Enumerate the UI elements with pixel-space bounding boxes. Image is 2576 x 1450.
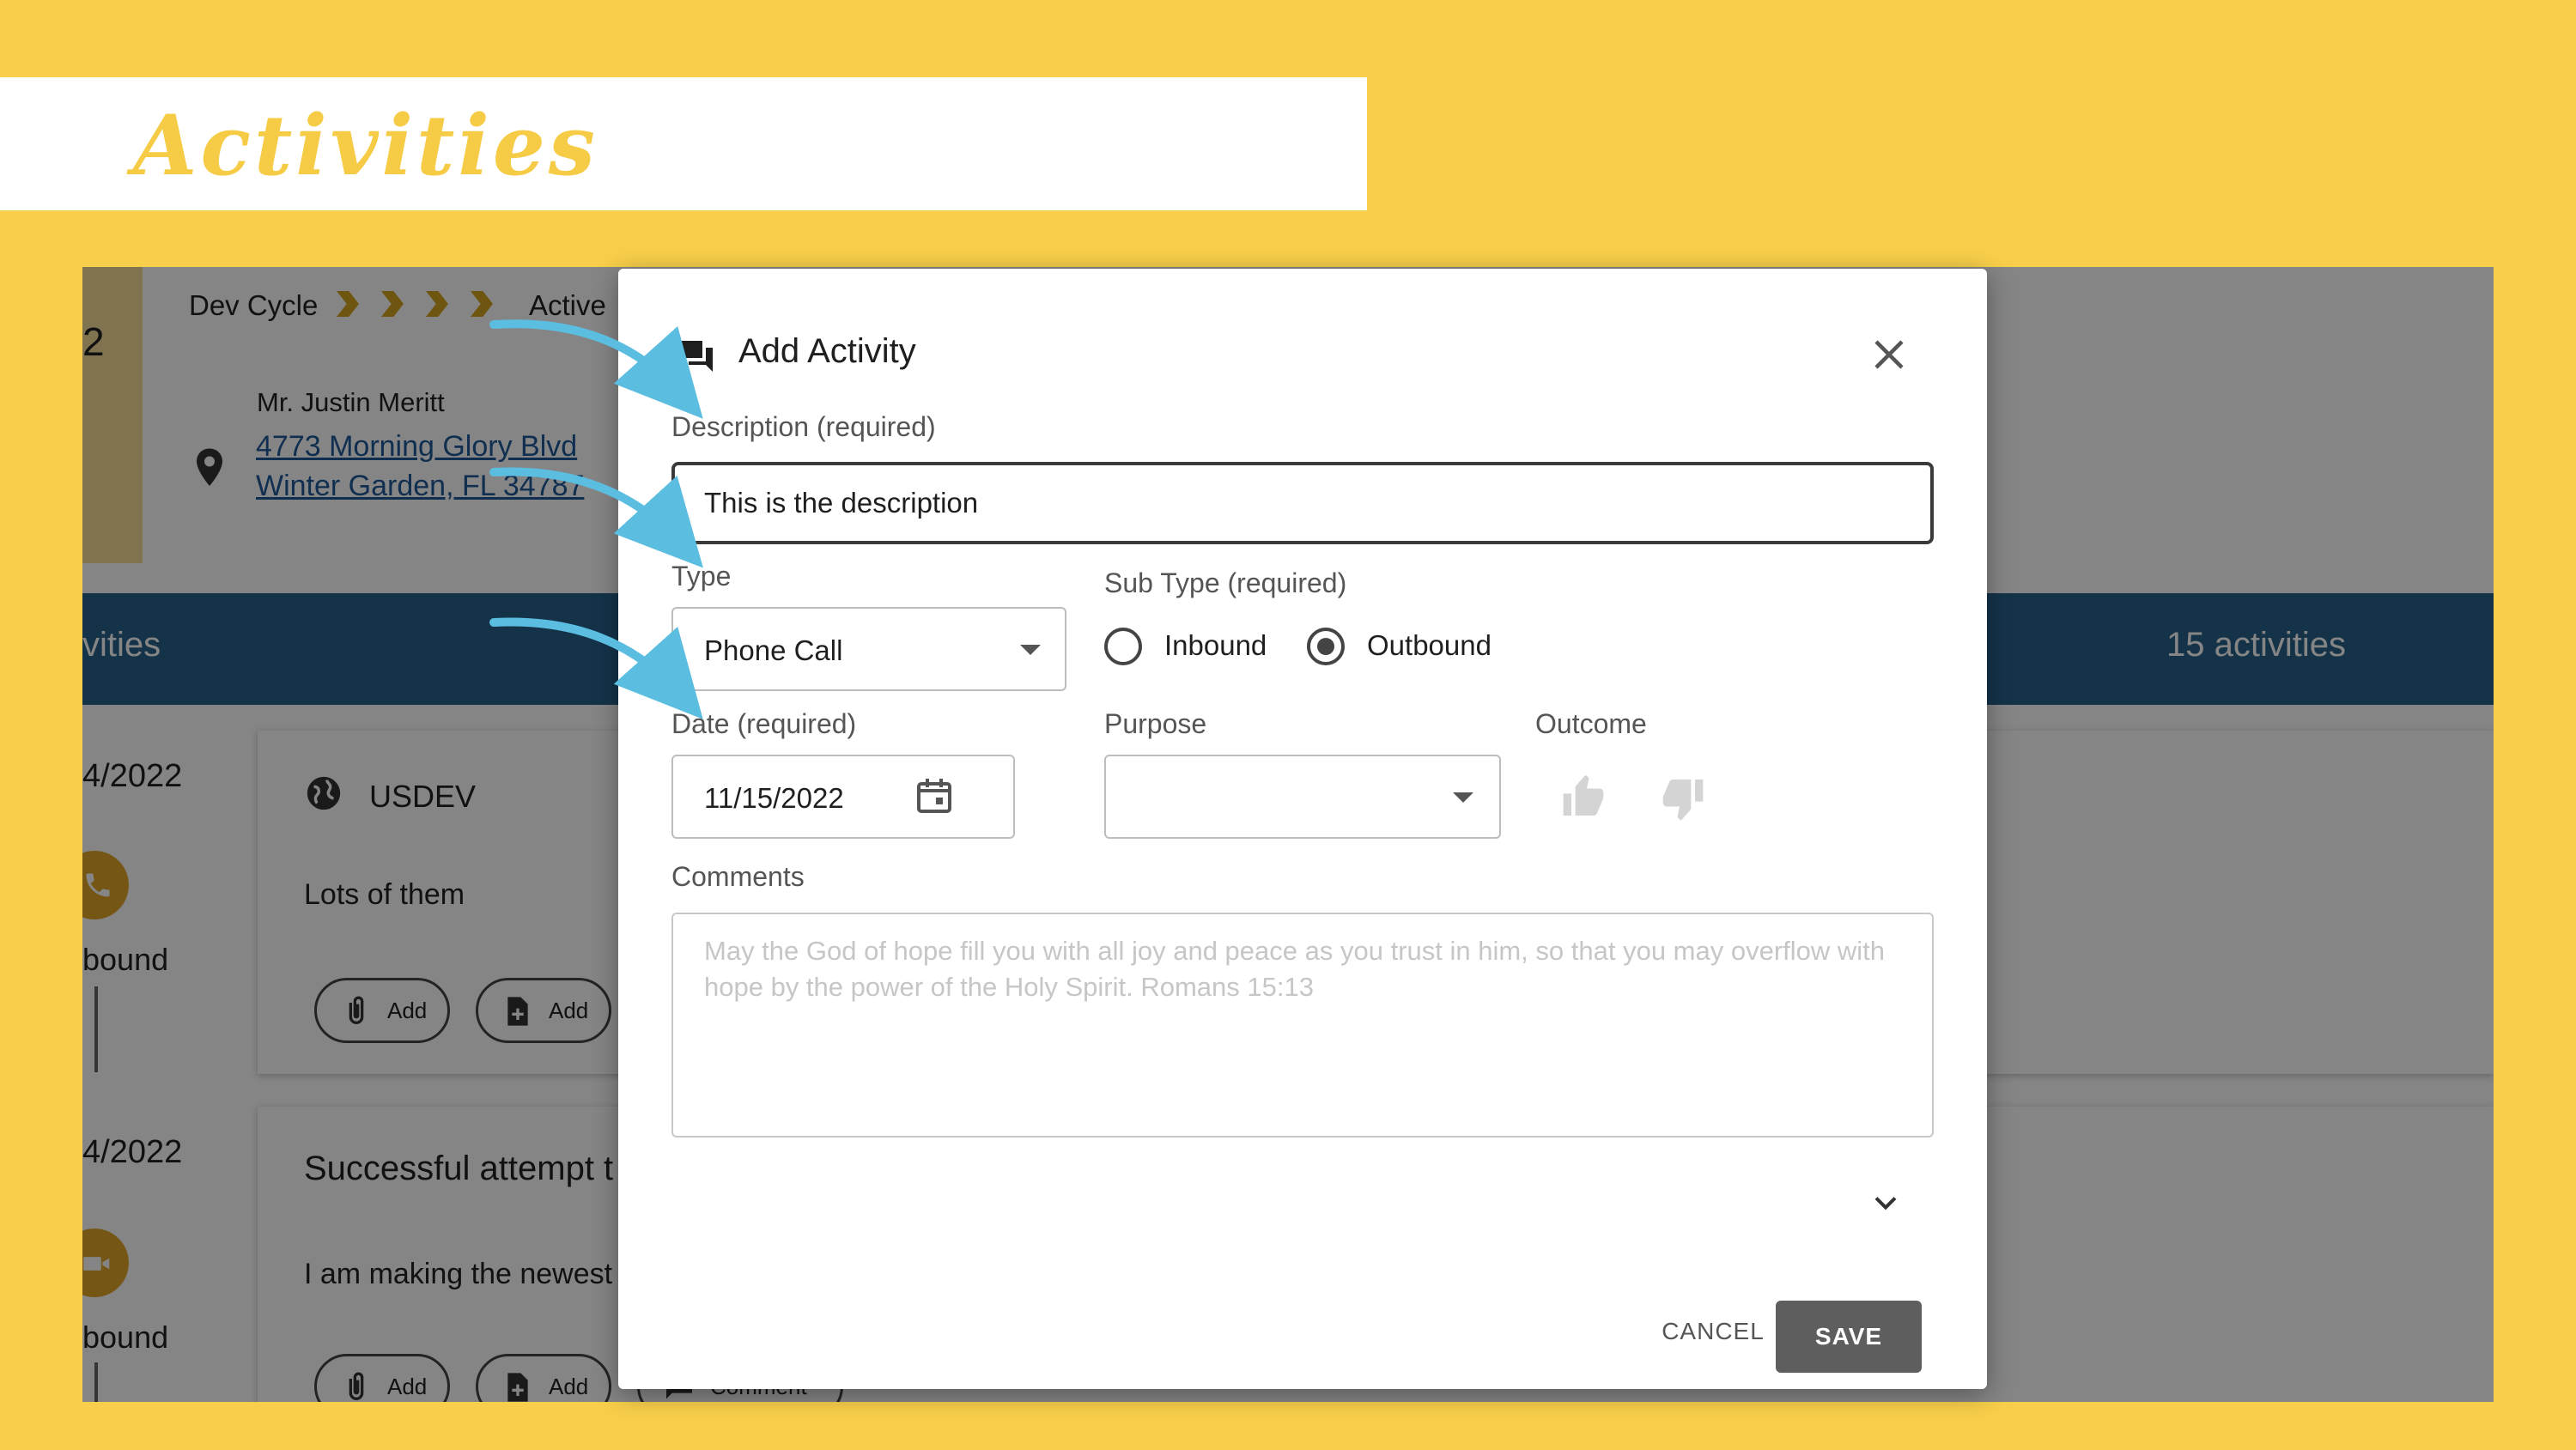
inbound-radio-label[interactable]: Inbound [1164, 629, 1267, 662]
chevron-down-icon [1453, 792, 1473, 803]
purpose-label: Purpose [1104, 708, 1207, 739]
thumbs-down-icon[interactable] [1659, 774, 1707, 822]
comments-label: Comments [671, 861, 805, 892]
date-value: 11/15/2022 [704, 782, 844, 814]
description-input[interactable] [671, 462, 1934, 544]
type-select[interactable]: Phone Call [671, 607, 1066, 691]
subtype-label: Sub Type (required) [1104, 567, 1347, 598]
cancel-button[interactable]: CANCEL [1631, 1295, 1795, 1368]
outbound-radio-label[interactable]: Outbound [1367, 629, 1492, 662]
date-label: Date (required) [671, 708, 857, 739]
chevron-down-icon [1020, 645, 1041, 655]
outbound-radio[interactable] [1307, 628, 1345, 665]
purpose-select[interactable] [1104, 755, 1501, 839]
comments-textarea[interactable] [671, 913, 1934, 1138]
thumbs-up-icon[interactable] [1559, 774, 1607, 822]
chat-bubbles-icon [678, 341, 713, 372]
type-value: Phone Call [704, 634, 843, 666]
type-label: Type [671, 561, 732, 592]
inbound-radio[interactable] [1104, 628, 1142, 665]
add-activity-dialog: Add Activity Description (required) Type… [618, 269, 1987, 1389]
title-banner: Activities [0, 77, 1367, 210]
calendar-icon[interactable] [914, 775, 955, 816]
description-label: Description (required) [671, 411, 936, 442]
date-input[interactable]: 11/15/2022 [671, 755, 1015, 839]
save-button[interactable]: SAVE [1776, 1301, 1922, 1373]
slide-title: Activities [133, 97, 598, 194]
chevron-down-icon[interactable] [1867, 1184, 1905, 1222]
close-icon[interactable] [1863, 329, 1915, 380]
dialog-title: Add Activity [738, 332, 916, 370]
outcome-label: Outcome [1535, 708, 1647, 739]
